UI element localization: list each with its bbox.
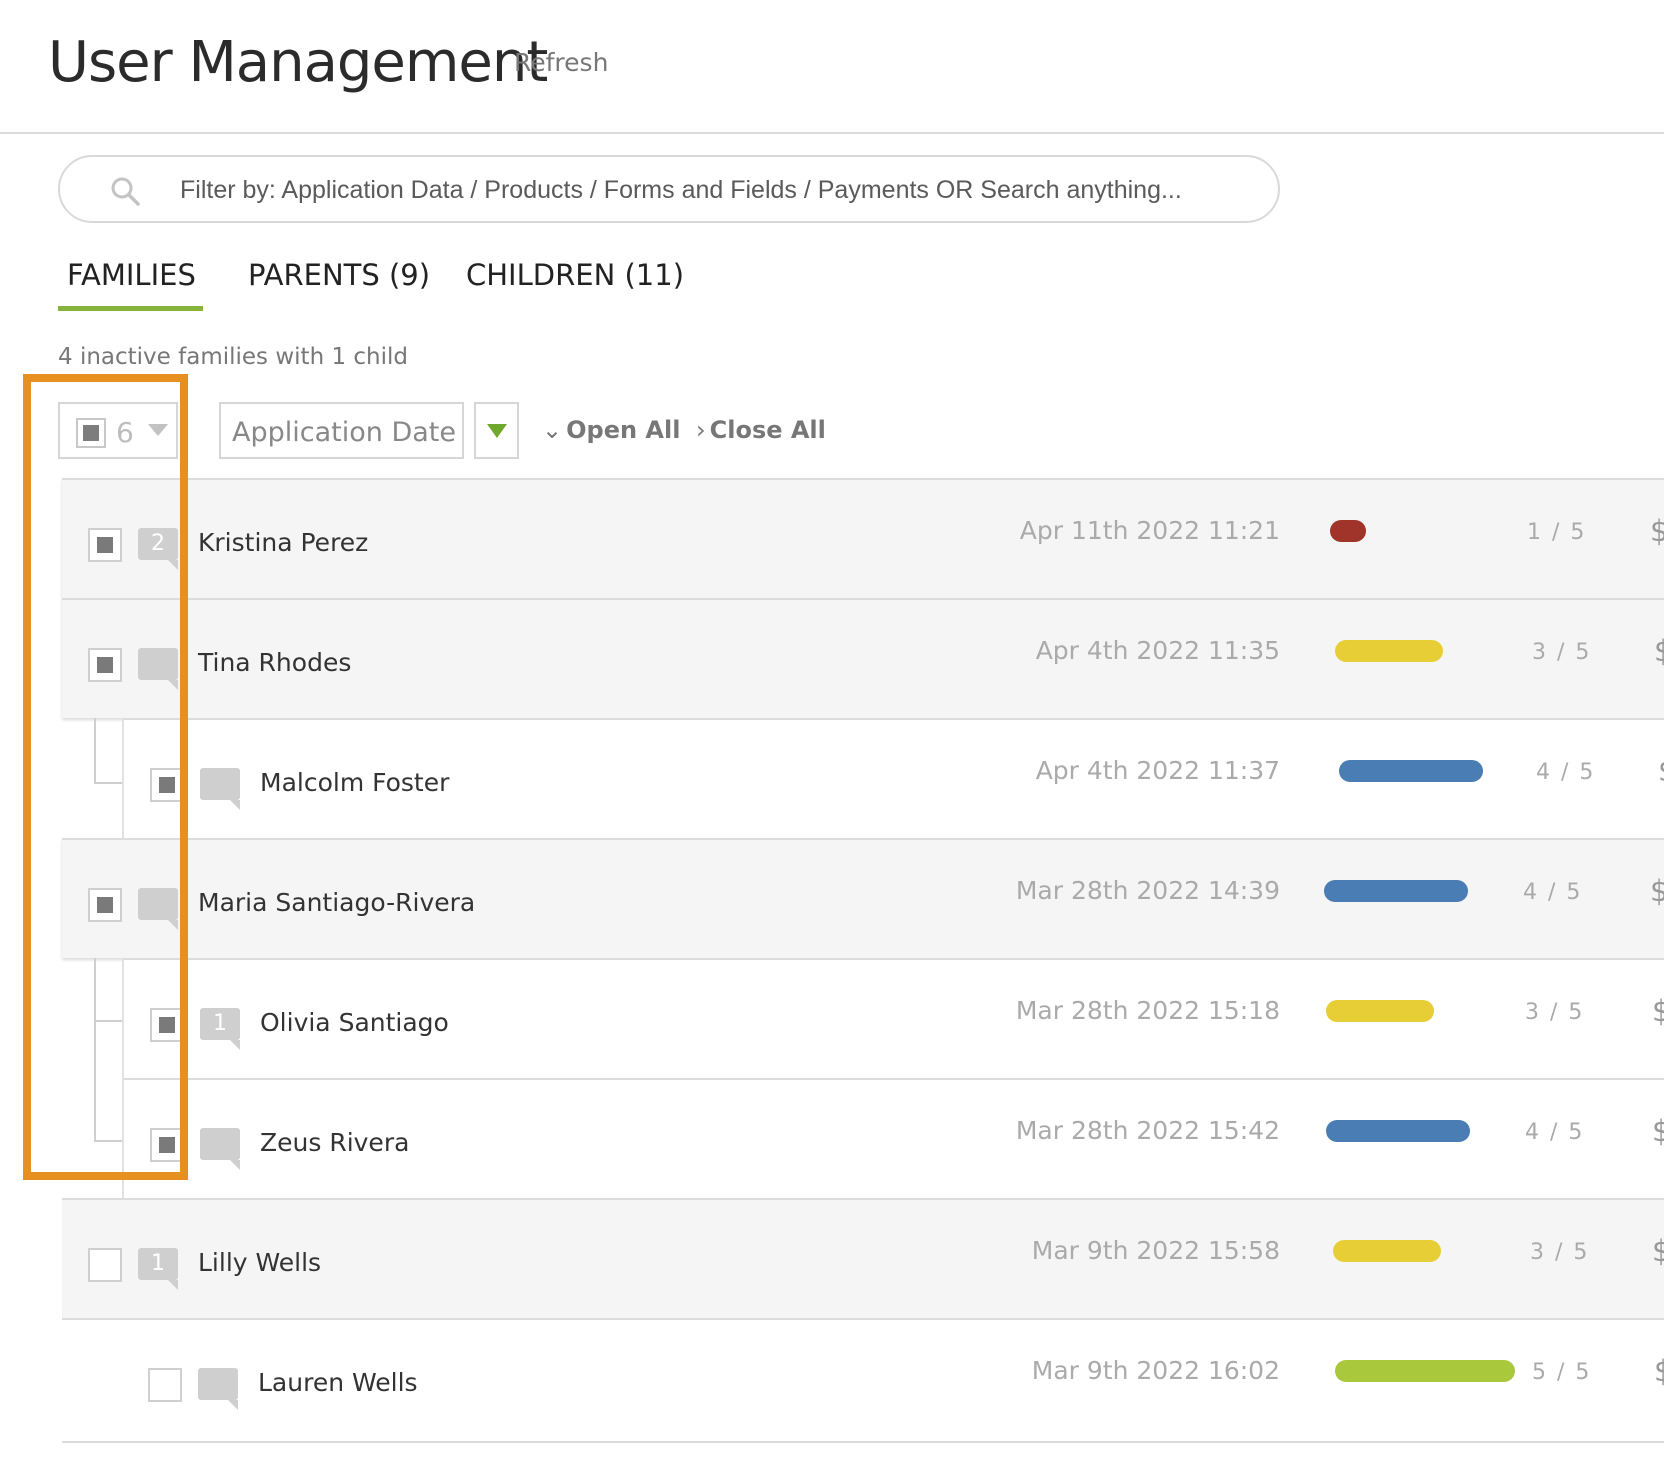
close-all-label: Close All (709, 416, 826, 444)
member-name[interactable]: Zeus Rivera (260, 1128, 409, 1157)
comment-bubble-icon[interactable]: 2 (138, 528, 178, 570)
results-summary: 4 inactive families with 1 child (58, 344, 408, 370)
application-date: Apr 4th 2022 11:35 (1035, 636, 1280, 665)
active-tab-indicator (58, 306, 203, 311)
progress-bar (1330, 520, 1366, 542)
search-icon (111, 177, 140, 206)
progress-count: 3 / 5 (1525, 1000, 1585, 1025)
progress-count: 4 / 5 (1536, 760, 1596, 785)
list-bottom-divider (62, 1441, 1664, 1443)
comment-bubble-icon[interactable]: 1 (200, 1008, 240, 1050)
member-name[interactable]: Tina Rhodes (198, 648, 351, 677)
member-name[interactable]: Maria Santiago-Rivera (198, 888, 475, 917)
row-checkbox[interactable] (150, 768, 184, 802)
progress-count: 4 / 5 (1523, 880, 1583, 905)
progress-bar (1335, 640, 1443, 662)
application-date: Mar 9th 2022 15:58 (1031, 1236, 1280, 1265)
chevron-right-icon: › (696, 416, 706, 444)
open-all-label: Open All (566, 416, 681, 444)
page-title: User Management (48, 30, 548, 95)
progress-count: 1 / 5 (1527, 520, 1587, 545)
comment-bubble-icon[interactable]: 1 (138, 1248, 178, 1290)
family-row[interactable]: Maria Santiago-Rivera Mar 28th 2022 14:3… (62, 838, 1664, 958)
tree-connector (94, 958, 122, 1022)
selected-count: 6 (116, 416, 134, 449)
child-row[interactable]: Lauren Wells Mar 9th 2022 16:02 5 / 5 $ (62, 1318, 1664, 1438)
page-header: User Management Refresh (0, 0, 1664, 134)
payment-icon[interactable]: $ (1650, 514, 1664, 548)
progress-bar (1326, 1120, 1470, 1142)
payment-icon[interactable]: $ (1650, 874, 1664, 908)
application-date: Mar 28th 2022 14:39 (1015, 876, 1280, 905)
family-row[interactable]: 1 Lilly Wells Mar 9th 2022 15:58 3 / 5 $ (62, 1198, 1664, 1318)
caret-down-icon[interactable] (148, 424, 168, 436)
tab-children[interactable]: CHILDREN (11) (466, 258, 684, 292)
tab-families[interactable]: FAMILIES (67, 258, 196, 292)
search-input[interactable] (180, 167, 1250, 213)
child-row[interactable]: 1 Olivia Santiago Mar 28th 2022 15:18 3 … (122, 958, 1664, 1078)
tab-parents[interactable]: PARENTS (9) (248, 258, 430, 292)
application-date: Apr 11th 2022 11:21 (1019, 516, 1280, 545)
search-bar[interactable] (58, 155, 1280, 223)
progress-bar (1333, 1240, 1441, 1262)
child-row[interactable]: Malcolm Foster Apr 4th 2022 11:37 4 / 5 … (122, 718, 1664, 838)
progress-count: 3 / 5 (1532, 640, 1592, 665)
row-checkbox[interactable] (88, 888, 122, 922)
close-all-button[interactable]: › Close All (696, 416, 826, 444)
comment-bubble-icon[interactable] (198, 1368, 238, 1410)
member-name[interactable]: Kristina Perez (198, 528, 368, 557)
member-name[interactable]: Lilly Wells (198, 1248, 321, 1277)
comment-bubble-icon[interactable] (200, 768, 240, 810)
sort-field-select[interactable]: Application Date (219, 402, 464, 459)
member-name[interactable]: Lauren Wells (258, 1368, 418, 1397)
tree-connector (94, 718, 122, 784)
row-checkbox[interactable] (88, 1248, 122, 1282)
comment-bubble-icon[interactable] (200, 1128, 240, 1170)
payment-icon[interactable]: $ (1654, 634, 1664, 668)
tree-connector (94, 1022, 122, 1142)
payment-icon[interactable]: $ (1658, 754, 1664, 788)
application-date: Apr 4th 2022 11:37 (1035, 756, 1280, 785)
family-row[interactable]: Tina Rhodes Apr 4th 2022 11:35 3 / 5 $ (62, 598, 1664, 718)
row-checkbox[interactable] (88, 528, 122, 562)
progress-bar (1339, 760, 1483, 782)
application-date: Mar 28th 2022 15:42 (1015, 1116, 1280, 1145)
sort-direction-button[interactable] (474, 402, 519, 459)
application-date: Mar 9th 2022 16:02 (1031, 1356, 1280, 1385)
progress-bar (1326, 1000, 1434, 1022)
member-name[interactable]: Malcolm Foster (260, 768, 449, 797)
progress-count: 3 / 5 (1530, 1240, 1590, 1265)
comment-bubble-icon[interactable] (138, 648, 178, 690)
application-date: Mar 28th 2022 15:18 (1015, 996, 1280, 1025)
progress-count: 4 / 5 (1525, 1120, 1585, 1145)
comment-bubble-icon[interactable] (138, 888, 178, 930)
payment-icon[interactable]: $ (1652, 1234, 1664, 1268)
payment-icon[interactable]: $ (1652, 994, 1664, 1028)
row-checkbox[interactable] (88, 648, 122, 682)
row-checkbox[interactable] (150, 1008, 184, 1042)
payment-icon[interactable]: $ (1654, 1354, 1664, 1388)
select-all-checkbox[interactable] (76, 418, 106, 448)
family-row[interactable]: 2 Kristina Perez Apr 11th 2022 11:21 1 /… (62, 478, 1664, 598)
open-all-button[interactable]: ⌄ Open All (542, 416, 680, 444)
bulk-select-dropdown[interactable]: 6 (58, 402, 178, 459)
row-checkbox[interactable] (150, 1128, 184, 1162)
row-checkbox[interactable] (148, 1368, 182, 1402)
refresh-button[interactable]: Refresh (514, 48, 608, 77)
member-name[interactable]: Olivia Santiago (260, 1008, 449, 1037)
payment-icon[interactable]: $ (1652, 1114, 1664, 1148)
progress-count: 5 / 5 (1532, 1360, 1592, 1385)
child-row[interactable]: Zeus Rivera Mar 28th 2022 15:42 4 / 5 $ (122, 1078, 1664, 1198)
progress-bar (1324, 880, 1468, 902)
chevron-down-icon: ⌄ (542, 416, 563, 444)
progress-bar (1335, 1360, 1515, 1382)
